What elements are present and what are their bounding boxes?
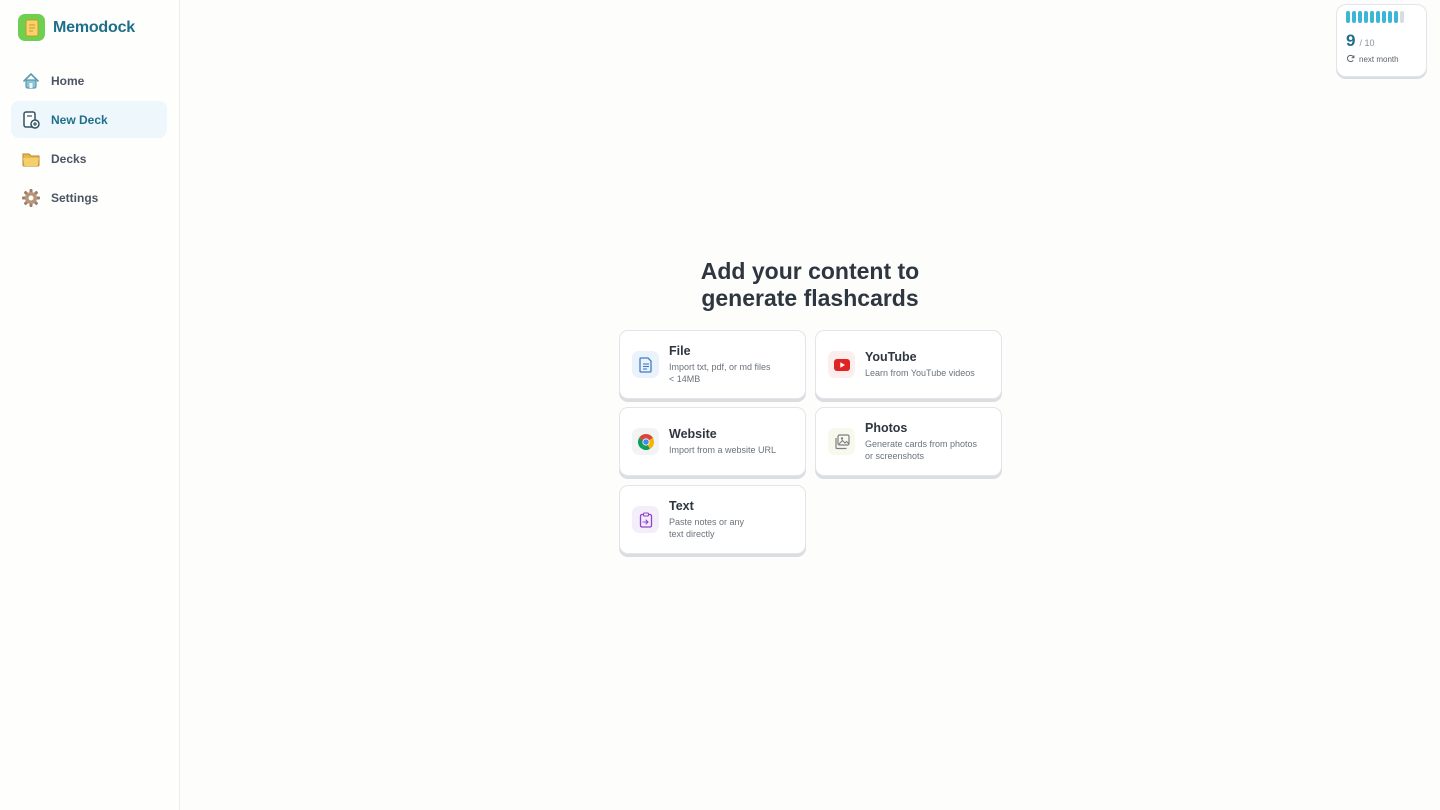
option-description: Import txt, pdf, or md files [669,362,771,372]
usage-bar-segment [1400,11,1404,23]
option-description: Generate cards from photos [865,439,978,449]
option-description: Paste notes or any [669,517,745,527]
usage-bar-segment [1388,11,1392,23]
usage-bar-segment [1370,11,1374,23]
sidebar-item-decks[interactable]: Decks [11,140,167,177]
memodock-logo-icon [18,14,45,41]
chrome-icon [632,428,659,455]
usage-meter [1346,11,1417,23]
option-description: < 14MB [669,374,701,384]
option-description: or screenshots [865,451,925,461]
usage-bar-segment [1364,11,1368,23]
app-name: Memodock [53,18,135,36]
youtube-option-card[interactable]: YouTube Learn from YouTube videos [815,330,1002,399]
image-icon [828,428,855,455]
sidebar-item-new-deck[interactable]: New Deck [11,101,167,138]
gear-icon [21,188,41,208]
option-description: Import from a website URL [669,445,777,455]
page-title-line-2: generate flashcards [701,285,919,311]
folder-icon [21,149,41,169]
photos-option-card[interactable]: Photos Generate cards from photos or scr… [815,407,1002,476]
document-icon [632,351,659,378]
option-title: File [669,344,691,358]
usage-bar-segment [1376,11,1380,23]
usage-bar-segment [1352,11,1356,23]
usage-bar-segment [1394,11,1398,23]
sidebar-nav: Home New Deck Decks Settings [11,62,167,218]
sidebar-item-label: Home [51,73,85,88]
sidebar-item-label: New Deck [51,112,108,127]
sidebar-item-label: Settings [51,190,99,205]
usage-bar-segment [1358,11,1362,23]
refresh-icon [1346,54,1355,65]
youtube-icon [828,351,855,378]
usage-bar-segment [1346,11,1350,23]
file-option-card[interactable]: File Import txt, pdf, or md files < 14MB [619,330,806,399]
sidebar-item-settings[interactable]: Settings [11,179,167,216]
usage-reset: next month [1346,54,1417,65]
option-title: Text [669,499,694,513]
usage-bar-segment [1382,11,1386,23]
usage-reset-label: next month [1359,55,1399,64]
website-option-card[interactable]: Website Import from a website URL [619,407,806,476]
page-title-line-1: Add your content to [700,258,920,284]
usage-total: / 10 [1359,38,1375,48]
sidebar-item-label: Decks [51,151,87,166]
brand[interactable]: Memodock [18,14,135,41]
option-title: Website [669,427,717,441]
home-icon [21,71,41,91]
text-option-card[interactable]: Text Paste notes or any text directly [619,485,806,554]
option-title: Photos [865,421,908,435]
usage-count: 9 / 10 [1346,31,1417,51]
sidebar: Memodock Home New Deck Decks Settings [0,0,180,810]
usage-widget[interactable]: 9 / 10 next month [1336,4,1427,77]
option-description: text directly [669,529,715,539]
clipboard-icon [632,506,659,533]
new-deck-icon [21,110,41,130]
usage-used: 9 [1346,31,1356,50]
option-title: YouTube [865,350,917,364]
option-description: Learn from YouTube videos [865,368,975,378]
sidebar-item-home[interactable]: Home [11,62,167,99]
page-title: Add your content to generate flashcards [620,258,1000,312]
